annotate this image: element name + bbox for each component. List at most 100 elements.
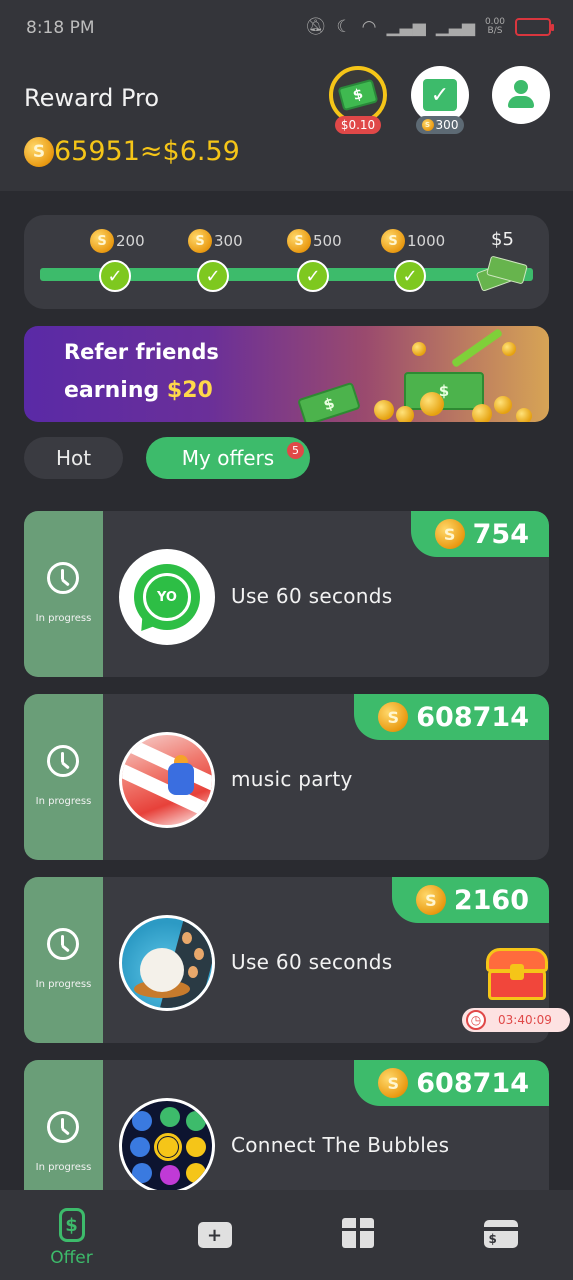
offer-status-panel: In progress [24,511,103,677]
checkin-badge: 300 [416,116,464,134]
treasure-chest-button[interactable] [486,948,548,1002]
approx-cash-value: ≈$6.59 [139,136,240,167]
cash-stack-icon [475,255,528,292]
clock-icon [47,745,79,777]
milestone-value: 200 [116,232,145,250]
coin-icon [90,229,114,253]
signal-icon: ▁▃▅ [435,17,475,37]
check-icon: ✓ [99,260,131,292]
coin-icon [434,519,465,549]
my-offers-count-badge: 5 [287,442,304,459]
coin-icon [421,119,434,131]
offer-card[interactable]: In progress YO Use 60 seconds 754 [24,511,549,677]
banner-subline-prefix: earning [64,378,160,403]
coin-icon [516,408,532,422]
signal-icon: ▁▃▅ [386,17,426,37]
clock-icon [47,928,79,960]
mute-icon: 🔕︎ [304,17,327,37]
chest-lock-icon [510,964,524,980]
offer-status-panel: In progress [24,877,103,1043]
tab-my-offers[interactable]: My offers [146,437,310,479]
coin-icon [378,1068,409,1098]
app-title: Reward Pro [24,84,160,112]
profile-button[interactable] [492,66,550,124]
net-speed-unit: B/S [487,26,503,36]
offer-reward: 2160 [391,877,549,923]
offer-status-label: In progress [35,1162,92,1173]
banner-subline: earning $20 [64,378,213,403]
nav-inbox[interactable]: + [143,1190,286,1280]
wallet-icon [483,1220,518,1248]
nav-gift[interactable] [286,1190,429,1280]
chest-timer: ◷ 03:40:09 [462,1008,570,1032]
nav-offer[interactable]: $ Offer [0,1190,143,1280]
refer-friends-banner[interactable]: Refer friends earning $20 $ $ [24,326,549,422]
offer-status-label: In progress [35,979,92,990]
offer-status-label: In progress [35,796,92,807]
check-icon: ✓ [394,260,426,292]
inbox-icon: + [197,1222,232,1248]
milestone-label: 1000 [381,229,445,253]
milestone-progress-card: 200 ✓ 300 ✓ 500 ✓ 1000 ✓ $5 [24,215,549,309]
offer-title: music party [231,767,353,791]
coin-icon [412,342,426,356]
offer-title: Use 60 seconds [231,950,393,974]
check-icon: ✓ [197,260,229,292]
net-speed: 0.00 B/S [485,18,505,36]
coin-icon [472,404,492,422]
offer-reward-value: 608714 [416,701,529,733]
moon-icon: ☾ [336,17,352,37]
offer-reward: 608714 [354,1060,549,1106]
milestone-label: 200 [90,229,145,253]
coin-icon [287,229,311,253]
banner-headline: Refer friends [64,340,219,364]
offer-title: Connect The Bubbles [231,1133,450,1157]
milestone-final-reward: $5 [491,229,514,250]
offer-reward: 608714 [354,694,549,740]
cash-badge: $0.10 [335,116,381,134]
coin-icon [381,229,405,253]
cash-icon: $ [337,78,379,112]
calendar-check-icon: ✓ [423,79,457,111]
coin-balance: 65951 ≈$6.59 [24,136,240,167]
bottom-nav: $ Offer + [0,1190,573,1280]
bubbles-game-icon [119,1098,215,1194]
music-party-icon [119,732,215,828]
coin-icon [415,885,446,915]
coin-icon [502,342,516,356]
status-icons: 🔕︎ ☾ ◠ ▁▃▅ ▁▃▅ 0.00 B/S [304,16,554,38]
arrow-up-icon [450,328,504,368]
milestone-label: 300 [188,229,243,253]
clock-icon [47,562,79,594]
offer-status-label: In progress [35,613,92,624]
nav-wallet[interactable] [429,1190,572,1280]
chest-timer-value: 03:40:09 [498,1013,552,1027]
tab-hot[interactable]: Hot [24,437,123,479]
milestone-value: 1000 [407,232,446,250]
coin-icon [494,396,512,414]
user-icon [506,80,536,110]
hen-egg-game-icon [119,915,215,1011]
coin-icon [420,392,444,416]
alarm-clock-icon: ◷ [466,1010,486,1030]
offer-status-panel: In progress [24,694,103,860]
coin-icon [396,406,414,422]
offer-reward: 754 [410,511,549,557]
milestone-label: 500 [287,229,342,253]
checkin-badge-value: 300 [435,118,459,132]
status-bar: 8:18 PM 🔕︎ ☾ ◠ ▁▃▅ ▁▃▅ 0.00 B/S [0,0,573,58]
whatsapp-yo-icon: YO [119,549,215,645]
nav-offer-label: Offer [50,1248,93,1268]
cash-icon: $ [297,381,361,422]
offer-reward-value: 2160 [453,884,529,916]
clock-icon [47,1111,79,1143]
milestone-value: 500 [313,232,342,250]
status-time: 8:18 PM [26,18,95,38]
offer-title: Use 60 seconds [231,584,393,608]
banner-amount: $20 [166,378,213,403]
coin-balance-value: 65951 [54,136,140,167]
coin-icon [24,136,54,167]
offer-card[interactable]: In progress music party 608714 [24,694,549,860]
gift-icon [341,1218,374,1248]
icon-text: YO [143,573,191,621]
